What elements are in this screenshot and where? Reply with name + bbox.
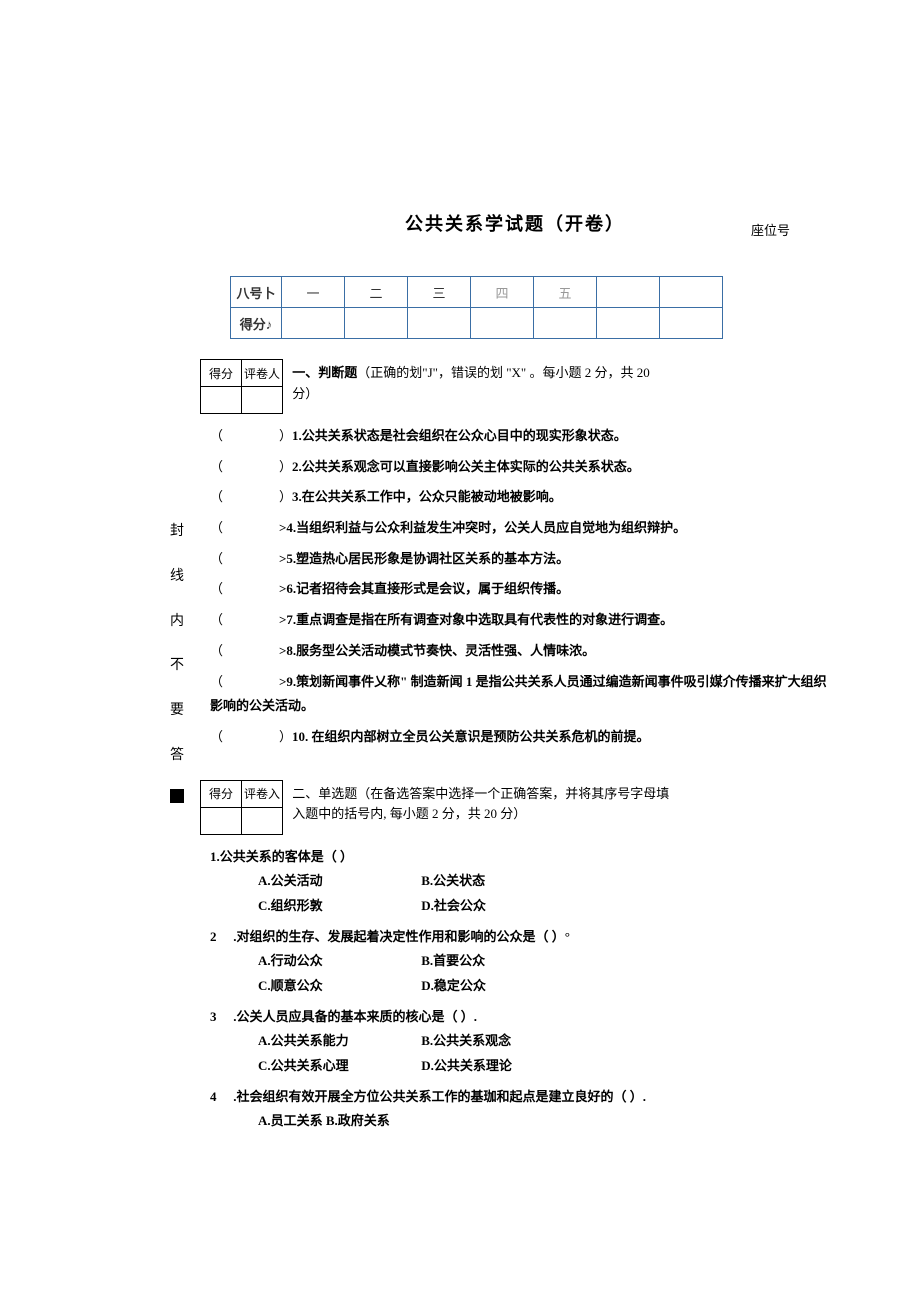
- section1-title: 一、判断题（正确的划"J"，错误的划 "X" 。每小题 2 分，共 20 分）: [292, 359, 672, 405]
- tf-q7: （>7.重点调查是指在所有调查对象中选取具有代表性的对象进行调查。: [210, 608, 830, 633]
- section1-header: 得分 评卷人 一、判断题（正确的划"J"，错误的划 "X" 。每小题 2 分，共…: [200, 359, 830, 414]
- grade-score-cell[interactable]: [201, 807, 242, 834]
- opt-c: C.组织形敦: [258, 898, 323, 913]
- opt-b: B.公关状态: [421, 873, 485, 888]
- q-stem: .公关人员应具备的基本来质的核心是（ ）.: [230, 1009, 477, 1024]
- q-text: >9.策划新闻事件乂称" 制造新闻 1 是指公共关系人员通过编造新闻事件吸引媒介…: [210, 674, 827, 714]
- section1-heading: 一、判断题: [292, 365, 357, 380]
- black-square-icon: [170, 789, 184, 803]
- score-col: 三: [408, 277, 471, 308]
- score-col: 四: [471, 277, 534, 308]
- opt-b: B.公共关系观念: [421, 1033, 511, 1048]
- exam-page: 座位号 公共关系学试题（开卷） 八号卜 一 二 三 四 五 得分♪ 封 线 内 …: [0, 0, 920, 1200]
- q-stem: 1.公共关系的客体是（ ）: [210, 849, 353, 864]
- q-text: 10. 在组织内部树立全员公关意识是预防公共关系危机的前提。: [292, 729, 650, 744]
- tf-q1: （）1.公共关系状态是社会组织在公众心目中的现实形象状态。: [210, 424, 830, 449]
- tf-q6: （>6.记者招待会其直接形式是会议，属于组织传播。: [210, 577, 830, 602]
- score-cell[interactable]: [660, 308, 723, 339]
- q-text: >7.重点调查是指在所有调查对象中选取具有代表性的对象进行调查。: [279, 612, 673, 627]
- q-text: 3.在公共关系工作中，公众只能被动地被影响。: [292, 489, 562, 504]
- tf-q5: （>5.塑造热心居民形象是协调社区关系的基本方法。: [210, 547, 830, 572]
- opt-b: B.首要公众: [421, 953, 485, 968]
- score-row2-head: 得分♪: [231, 308, 282, 339]
- q-num: 3: [210, 1005, 230, 1030]
- score-cell[interactable]: [471, 308, 534, 339]
- mc-q2: 2 .对组织的生存、发展起着决定性作用和影响的公众是（ ）° A.行动公众 B.…: [210, 925, 830, 999]
- score-cell[interactable]: [345, 308, 408, 339]
- q-stem: .社会组织有效开展全方位公共关系工作的基珈和起点是建立良好的（ ）.: [230, 1089, 646, 1104]
- opt-c: C.公共关系心理: [258, 1058, 349, 1073]
- q-stem: .对组织的生存、发展起着决定性作用和影响的公众是（ ）°: [230, 929, 570, 944]
- opt-d: D.公共关系理论: [421, 1058, 512, 1073]
- grade-box: 得分 评卷入: [200, 780, 283, 835]
- grade-box: 得分 评卷人: [200, 359, 283, 414]
- tf-q4: （>4.当组织利益与公众利益发生冲突时，公关人员应自觉地为组织辩护。: [210, 516, 830, 541]
- seat-label: 座位号: [751, 220, 790, 239]
- score-col: [660, 277, 723, 308]
- mc-q3: 3 .公关人员应具备的基本来质的核心是（ ）. A.公共关系能力 B.公共关系观…: [210, 1005, 830, 1079]
- q-text: >4.当组织利益与公众利益发生冲突时，公关人员应自觉地为组织辩护。: [279, 520, 686, 535]
- opt-a: A.公共关系能力: [258, 1033, 349, 1048]
- grade-marker-label: 评卷入: [242, 780, 283, 807]
- tf-q9: （>9.策划新闻事件乂称" 制造新闻 1 是指公共关系人员通过编造新闻事件吸引媒…: [210, 670, 830, 719]
- grade-marker-cell[interactable]: [242, 387, 283, 414]
- side-char: 内: [170, 600, 184, 645]
- tf-q2: （）2.公共关系观念可以直接影响公关主体实际的公共关系状态。: [210, 455, 830, 480]
- q-text: 2.公共关系观念可以直接影响公关主体实际的公共关系状态。: [292, 459, 640, 474]
- opt-a: A.行动公众: [258, 953, 323, 968]
- side-char: 封: [170, 510, 184, 555]
- side-char: 不: [170, 644, 184, 689]
- side-char: 要: [170, 689, 184, 734]
- q-num: 4: [210, 1085, 230, 1110]
- binding-margin: 封 线 内 不 要 答: [170, 510, 184, 803]
- opt-c: C.顺意公众: [258, 978, 323, 993]
- opt-a: A.员工关系 B.政府关系: [258, 1113, 390, 1128]
- section2-header: 得分 评卷入 二、单选题（在备选答案中选择一个正确答案，并将其序号字母填入题中的…: [200, 780, 830, 835]
- q-text: >5.塑造热心居民形象是协调社区关系的基本方法。: [279, 551, 569, 566]
- tf-q3: （）3.在公共关系工作中，公众只能被动地被影响。: [210, 485, 830, 510]
- opt-d: D.社会公众: [421, 898, 486, 913]
- side-char: 线: [170, 555, 184, 600]
- score-cell[interactable]: [408, 308, 471, 339]
- q-text: 1.公共关系状态是社会组织在公众心目中的现实形象状态。: [292, 428, 627, 443]
- tf-q10: （）10. 在组织内部树立全员公关意识是预防公共关系危机的前提。: [210, 725, 830, 750]
- score-row1-head: 八号卜: [231, 277, 282, 308]
- score-cell[interactable]: [534, 308, 597, 339]
- opt-d: D.稳定公众: [421, 978, 486, 993]
- side-char: 答: [170, 734, 184, 779]
- grade-marker-label: 评卷人: [242, 360, 283, 387]
- score-col: [597, 277, 660, 308]
- opt-a: A.公关活动: [258, 873, 323, 888]
- grade-score-label: 得分: [201, 360, 242, 387]
- score-col: 五: [534, 277, 597, 308]
- mc-q4: 4 .社会组织有效开展全方位公共关系工作的基珈和起点是建立良好的（ ）. A.员…: [210, 1085, 830, 1134]
- score-col: 一: [282, 277, 345, 308]
- tf-q8: （>8.服务型公关活动模式节奏快、灵活性强、人情味浓。: [210, 639, 830, 664]
- score-cell[interactable]: [597, 308, 660, 339]
- q-text: >6.记者招待会其直接形式是会议，属于组织传播。: [279, 581, 569, 596]
- q-num: 2: [210, 925, 230, 950]
- page-title: 公共关系学试题（开卷）: [200, 210, 830, 236]
- grade-score-cell[interactable]: [201, 387, 242, 414]
- score-table: 八号卜 一 二 三 四 五 得分♪: [230, 276, 723, 339]
- mc-q1: 1.公共关系的客体是（ ） A.公关活动 B.公关状态 C.组织形敦 D.社会公…: [210, 845, 830, 919]
- score-cell[interactable]: [282, 308, 345, 339]
- q-text: >8.服务型公关活动模式节奏快、灵活性强、人情味浓。: [279, 643, 595, 658]
- section2-title: 二、单选题（在备选答案中选择一个正确答案，并将其序号字母填入题中的括号内, 每小…: [292, 780, 672, 826]
- score-col: 二: [345, 277, 408, 308]
- grade-marker-cell[interactable]: [242, 807, 283, 834]
- grade-score-label: 得分: [201, 780, 242, 807]
